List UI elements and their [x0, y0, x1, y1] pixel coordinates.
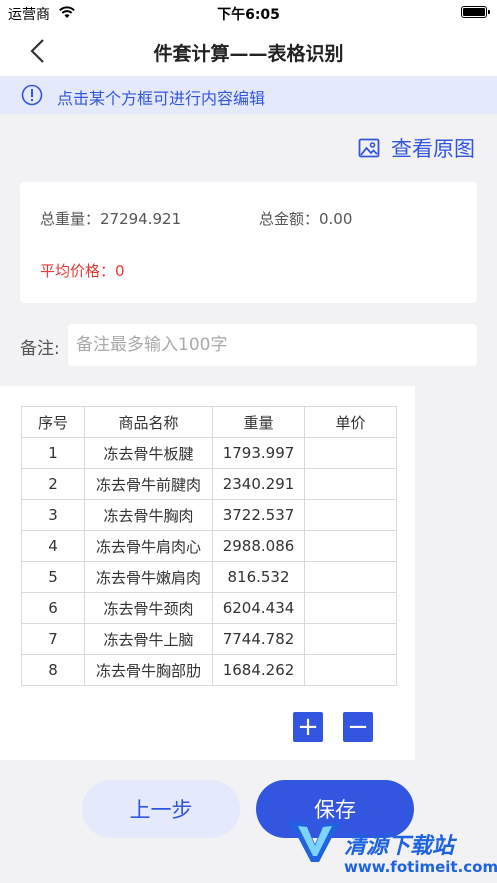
table-row: 8 冻去骨牛胸部肋 1684.262	[21, 654, 397, 686]
cell-name[interactable]: 冻去骨牛嫩肩肉	[84, 561, 213, 593]
add-row-button[interactable]: +	[293, 712, 323, 742]
cell-name[interactable]: 冻去骨牛颈肉	[84, 592, 213, 624]
header-name: 商品名称	[84, 406, 213, 438]
info-icon	[21, 84, 43, 106]
image-icon	[358, 138, 380, 158]
cell-name[interactable]: 冻去骨牛前腱肉	[84, 468, 213, 500]
total-amount: 总金额：0.00	[259, 210, 353, 228]
table-row: 1 冻去骨牛板腱 1793.997	[21, 437, 397, 469]
watermark: 清源下载站 www.fotimeit.com	[286, 818, 497, 880]
cell-weight[interactable]: 2988.086	[212, 530, 305, 562]
table-header-row: 序号 商品名称 重量 单价	[21, 406, 397, 438]
previous-step-button[interactable]: 上一步	[82, 780, 240, 838]
header-index: 序号	[21, 406, 85, 438]
header-price: 单价	[304, 406, 397, 438]
remark-label: 备注:	[20, 339, 60, 359]
view-original-button[interactable]: 查看原图	[358, 132, 475, 164]
cell-index[interactable]: 3	[21, 499, 85, 531]
cell-price[interactable]	[304, 654, 397, 686]
cell-name[interactable]: 冻去骨牛上脑	[84, 623, 213, 655]
remove-row-button[interactable]: −	[343, 712, 373, 742]
battery-icon	[461, 6, 490, 18]
table-row: 7 冻去骨牛上脑 7744.782	[21, 623, 397, 655]
page-title: 件套计算——表格识别	[153, 43, 344, 65]
cell-weight[interactable]: 2340.291	[212, 468, 305, 500]
cell-price[interactable]	[304, 437, 397, 469]
clock: 下午6:05	[217, 7, 280, 23]
cell-weight[interactable]: 816.532	[212, 561, 305, 593]
cell-price[interactable]	[304, 592, 397, 624]
cell-index[interactable]: 4	[21, 530, 85, 562]
cell-index[interactable]: 2	[21, 468, 85, 500]
cell-price[interactable]	[304, 468, 397, 500]
cell-name[interactable]: 冻去骨牛肩肉心	[84, 530, 213, 562]
cell-index[interactable]: 5	[21, 561, 85, 593]
cell-index[interactable]: 1	[21, 437, 85, 469]
cell-name[interactable]: 冻去骨牛胸部肋	[84, 654, 213, 686]
goods-table: 序号 商品名称 重量 单价 1 冻去骨牛板腱 1793.997 2 冻去骨牛前腱…	[21, 406, 397, 686]
cell-price[interactable]	[304, 561, 397, 593]
cell-weight[interactable]: 7744.782	[212, 623, 305, 655]
cell-price[interactable]	[304, 530, 397, 562]
watermark-title: 清源下载站	[344, 834, 455, 859]
cell-name[interactable]: 冻去骨牛板腱	[84, 437, 213, 469]
summary-card: 总重量：27294.921 总金额：0.00 平均价格：0	[20, 182, 477, 303]
table-row: 4 冻去骨牛肩肉心 2988.086	[21, 530, 397, 562]
table-row: 5 冻去骨牛嫩肩肉 816.532	[21, 561, 397, 593]
status-bar: 运营商 下午6:05	[0, 0, 497, 26]
watermark-logo-icon	[290, 822, 340, 862]
cell-weight[interactable]: 1793.997	[212, 437, 305, 469]
notice-text: 点击某个方框可进行内容编辑	[57, 89, 266, 108]
watermark-url: www.fotimeit.com	[344, 858, 497, 876]
cell-weight[interactable]: 6204.434	[212, 592, 305, 624]
cell-name[interactable]: 冻去骨牛胸肉	[84, 499, 213, 531]
remark-input[interactable]	[68, 324, 477, 366]
table-row: 6 冻去骨牛颈肉 6204.434	[21, 592, 397, 624]
header-weight: 重量	[212, 406, 305, 438]
cell-index[interactable]: 7	[21, 623, 85, 655]
cell-price[interactable]	[304, 499, 397, 531]
table-card: 序号 商品名称 重量 单价 1 冻去骨牛板腱 1793.997 2 冻去骨牛前腱…	[0, 386, 415, 760]
view-original-label: 查看原图	[391, 137, 475, 161]
cell-weight[interactable]: 3722.537	[212, 499, 305, 531]
table-row: 2 冻去骨牛前腱肉 2340.291	[21, 468, 397, 500]
cell-index[interactable]: 8	[21, 654, 85, 686]
cell-weight[interactable]: 1684.262	[212, 654, 305, 686]
notice-banner: 点击某个方框可进行内容编辑	[0, 76, 497, 114]
cell-index[interactable]: 6	[21, 592, 85, 624]
total-weight: 总重量：27294.921	[40, 210, 182, 228]
average-price: 平均价格：0	[40, 262, 125, 280]
table-row: 3 冻去骨牛胸肉 3722.537	[21, 499, 397, 531]
cell-price[interactable]	[304, 623, 397, 655]
nav-bar: 件套计算——表格识别	[0, 26, 497, 76]
